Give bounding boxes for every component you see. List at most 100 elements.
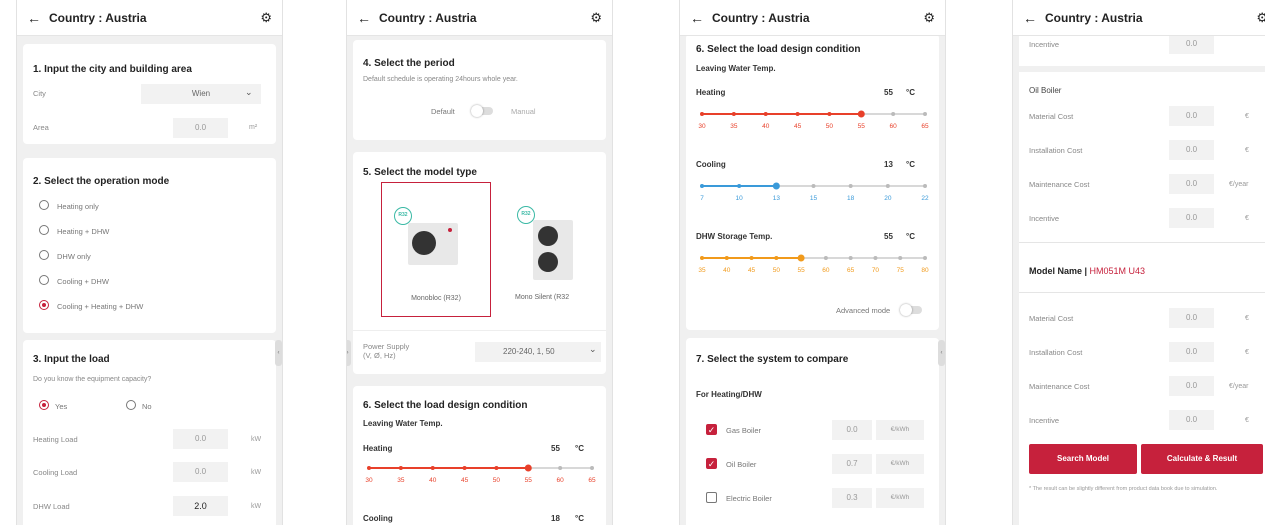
- back-arrow-icon[interactable]: ←: [690, 10, 704, 26]
- city-select[interactable]: Wien: [141, 84, 261, 104]
- period-toggle[interactable]: [471, 105, 493, 117]
- gear-icon[interactable]: ⚙: [1256, 10, 1265, 26]
- system-label[interactable]: Oil Boiler: [726, 460, 756, 469]
- drawer-handle[interactable]: ‹: [938, 340, 945, 366]
- electric-price-input[interactable]: 0.3: [832, 488, 872, 508]
- system-label[interactable]: Gas Boiler: [726, 426, 761, 435]
- slider-tick-label: 80: [921, 267, 929, 274]
- cost-input[interactable]: 0.0: [1169, 34, 1214, 54]
- power-supply-select[interactable]: 220-240, 1, 50: [475, 342, 601, 362]
- gear-icon[interactable]: ⚙: [260, 10, 272, 26]
- yes-label[interactable]: Yes: [55, 402, 67, 411]
- card-operation-mode: 2. Select the operation mode Heating onl…: [23, 158, 276, 333]
- oil-boiler-checkbox[interactable]: ✓: [706, 458, 717, 469]
- search-model-button[interactable]: Search Model: [1029, 444, 1137, 474]
- electric-boiler-checkbox[interactable]: [706, 492, 717, 503]
- advanced-mode-toggle[interactable]: [900, 304, 922, 316]
- mode-option[interactable]: Cooling + Heating + DHW: [57, 302, 143, 311]
- heating-slider[interactable]: 30 35 40 45 50 55 60 65: [696, 108, 931, 134]
- slider-dot: [891, 112, 896, 116]
- slider-tick-label: 50: [493, 477, 501, 484]
- cooling-load-input[interactable]: 0.0: [173, 462, 228, 482]
- load-label: DHW Load: [33, 502, 70, 511]
- cost-input[interactable]: 0.0: [1169, 140, 1214, 160]
- cooling-slider[interactable]: 7 10 13 15 18 20 22: [696, 180, 931, 206]
- slider-tick-label: 15: [810, 195, 818, 202]
- drawer-handle[interactable]: ‹: [275, 340, 282, 366]
- slider-dot: [772, 182, 780, 190]
- mode-radio[interactable]: [39, 275, 49, 285]
- dhw-load-input[interactable]: 2.0: [173, 496, 228, 516]
- no-label[interactable]: No: [142, 402, 152, 411]
- mode-option[interactable]: Heating only: [57, 202, 99, 211]
- slider-tick-label: 30: [365, 477, 373, 484]
- cost-label: Incentive: [1029, 416, 1060, 425]
- dhw-slider[interactable]: 35 40 45 50 55 60 65 70 75 80: [696, 252, 931, 278]
- page-title: Country : Austria: [49, 10, 147, 25]
- gear-icon[interactable]: ⚙: [590, 10, 602, 26]
- oil-price-input[interactable]: 0.7: [832, 454, 872, 474]
- gas-price-input[interactable]: 0.0: [832, 420, 872, 440]
- heating-slider[interactable]: 30 35 40 45 50 55 60 65: [363, 462, 598, 488]
- mode-radio[interactable]: [39, 225, 49, 235]
- cost-input[interactable]: 0.0: [1169, 106, 1214, 126]
- mode-radio[interactable]: [39, 200, 49, 210]
- slider-tick-label: 55: [797, 267, 805, 274]
- cost-input[interactable]: 0.0: [1169, 208, 1214, 228]
- outdoor-unit-image: [533, 220, 573, 280]
- section-title: 1. Input the city and building area: [33, 64, 192, 75]
- cost-input[interactable]: 0.0: [1169, 376, 1214, 396]
- cost-label: Installation Cost: [1029, 348, 1083, 357]
- mode-option[interactable]: DHW only: [57, 252, 91, 261]
- card-input-load: 3. Input the load Do you know the equipm…: [23, 340, 276, 525]
- chevron-down-icon[interactable]: ⌄: [245, 87, 253, 98]
- chevron-down-icon[interactable]: ⌄: [589, 344, 597, 355]
- slider-dot: [398, 466, 403, 470]
- no-radio[interactable]: [126, 400, 136, 410]
- cost-input[interactable]: 0.0: [1169, 308, 1214, 328]
- slider-tick-label: 45: [748, 267, 756, 274]
- screen-period-model: ← Country : Austria ⚙ 4. Select the peri…: [346, 0, 613, 525]
- slider-tick-label: 7: [700, 195, 704, 202]
- mode-option[interactable]: Cooling + DHW: [57, 277, 109, 286]
- heating-load-input[interactable]: 0.0: [173, 429, 228, 449]
- mode-radio[interactable]: [39, 250, 49, 260]
- slider-dot: [700, 112, 704, 116]
- gas-boiler-checkbox[interactable]: ✓: [706, 424, 717, 435]
- calculate-result-button[interactable]: Calculate & Result: [1141, 444, 1263, 474]
- degree-unit: °C: [906, 160, 915, 169]
- yes-radio[interactable]: [39, 400, 49, 410]
- capacity-question: Do you know the equipment capacity?: [33, 376, 152, 383]
- price-unit: €/kWh: [876, 454, 924, 474]
- disclaimer-note: * The result can be slightly different f…: [1029, 486, 1218, 492]
- mode-option[interactable]: Heating + DHW: [57, 227, 109, 236]
- mode-radio-selected[interactable]: [39, 300, 49, 310]
- cost-input[interactable]: 0.0: [1169, 410, 1214, 430]
- system-label[interactable]: Electric Boiler: [726, 494, 772, 503]
- area-input[interactable]: 0.0: [173, 118, 228, 138]
- drawer-handle[interactable]: ›: [347, 340, 351, 366]
- price-unit: €/kWh: [876, 488, 924, 508]
- dhw-storage-label: DHW Storage Temp.: [696, 232, 773, 241]
- area-unit: m²: [249, 124, 258, 131]
- cooling-value: 18: [551, 514, 560, 523]
- card-compare-system: 7. Select the system to compare For Heat…: [686, 338, 939, 525]
- gear-icon[interactable]: ⚙: [923, 10, 935, 26]
- model-card-monobloc[interactable]: R32 Monobloc (R32): [381, 182, 491, 317]
- cost-input[interactable]: 0.0: [1169, 342, 1214, 362]
- app-header: ← Country : Austria ⚙: [17, 0, 282, 36]
- back-arrow-icon[interactable]: ←: [27, 10, 41, 26]
- load-unit: kW: [251, 469, 262, 476]
- back-arrow-icon[interactable]: ←: [1023, 10, 1037, 26]
- section-title: 7. Select the system to compare: [696, 354, 849, 365]
- section-title: 6. Select the load design condition: [363, 400, 528, 411]
- slider-tick-label: 22: [921, 195, 929, 202]
- cost-input[interactable]: 0.0: [1169, 174, 1214, 194]
- app-header: ← Country : Austria ⚙: [1013, 0, 1265, 36]
- slider-dot: [462, 466, 467, 470]
- city-label: City: [33, 89, 46, 98]
- model-card-mono-silent[interactable]: R32 Mono Silent (R32: [503, 182, 608, 317]
- back-arrow-icon[interactable]: ←: [357, 10, 371, 26]
- slider-dot: [724, 256, 729, 260]
- slider-dot: [873, 256, 878, 260]
